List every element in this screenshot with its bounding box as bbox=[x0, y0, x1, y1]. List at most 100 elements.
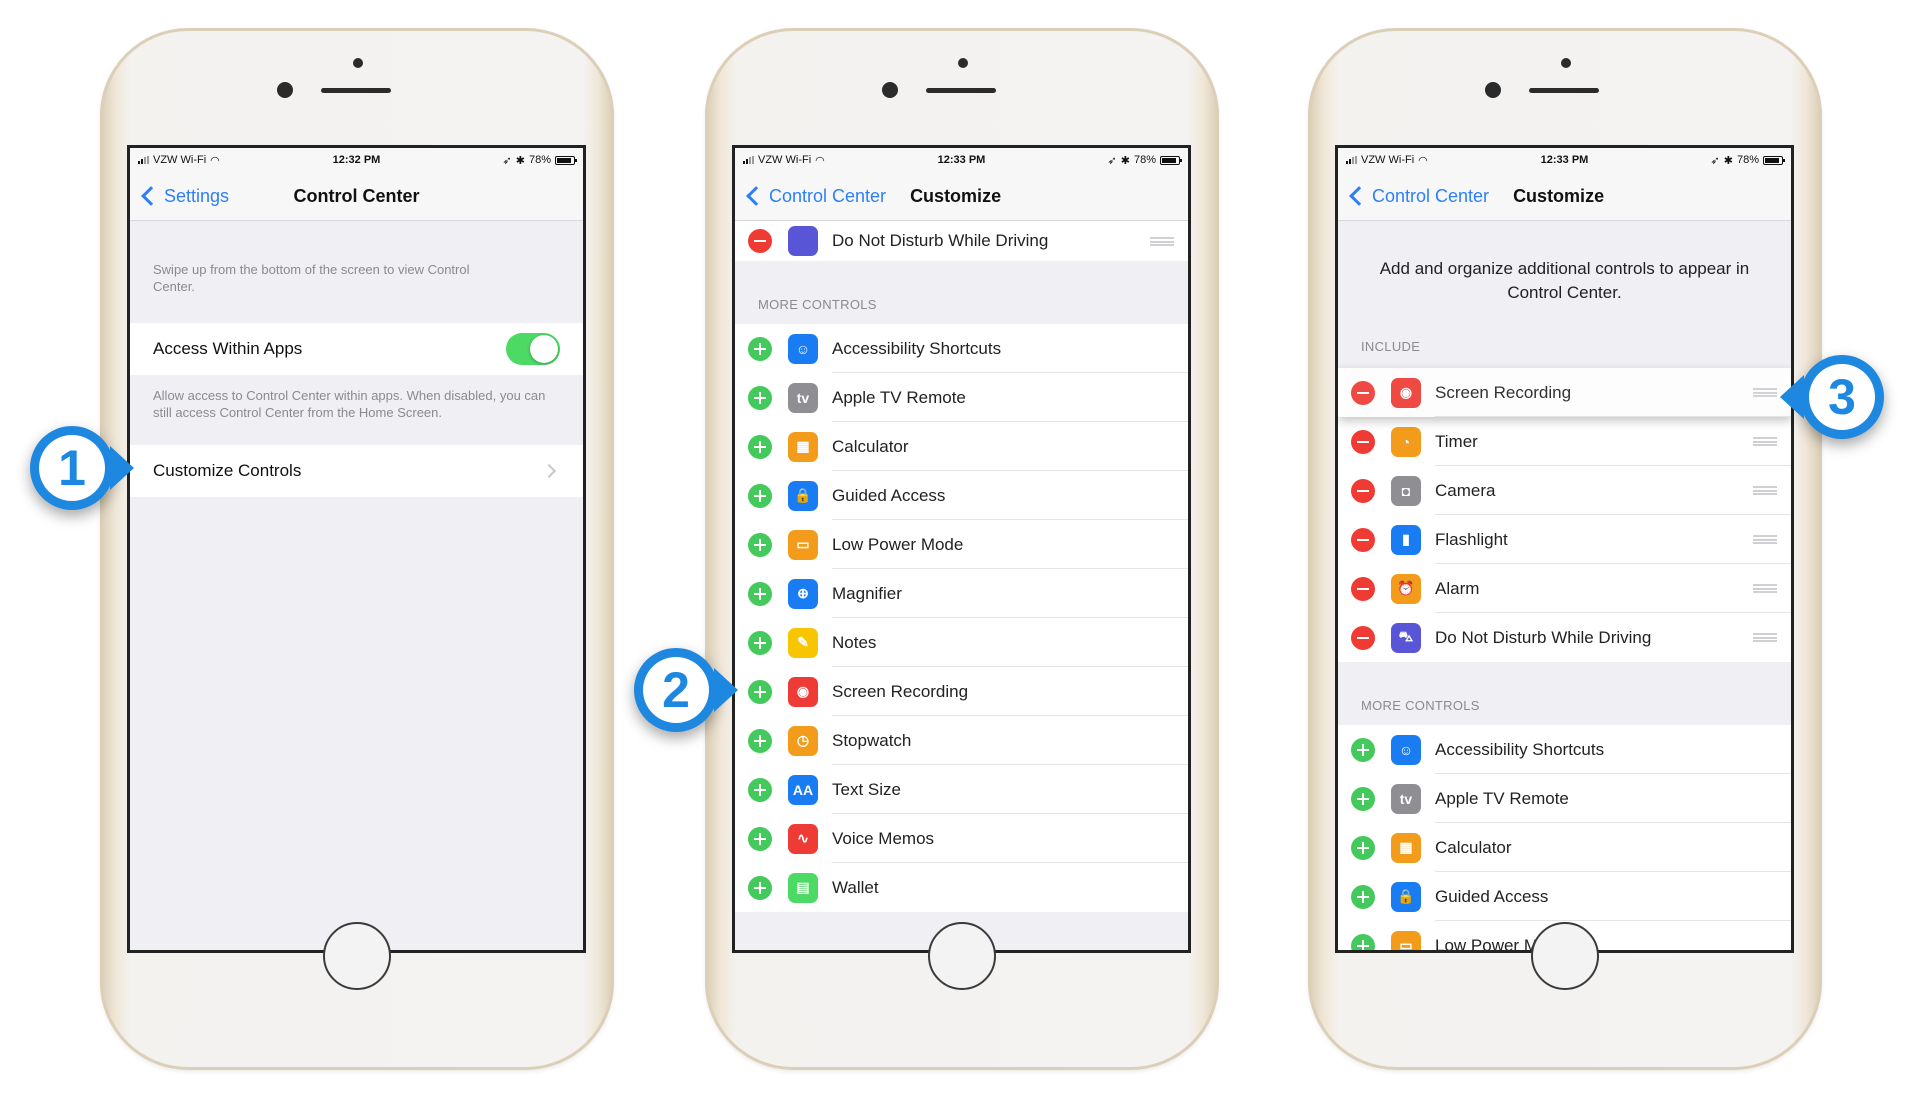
control-row: ⛍ Do Not Disturb While Driving bbox=[1338, 613, 1791, 662]
battery-icon bbox=[1762, 155, 1785, 165]
battery-icon bbox=[1159, 155, 1182, 165]
screen-control-center: VZW Wi-Fi ◠ 12:32 PM ➶ ✱ 78% Settings Contr… bbox=[127, 145, 586, 953]
home-button[interactable] bbox=[1531, 922, 1599, 990]
control-label: Flashlight bbox=[1435, 529, 1508, 549]
front-camera bbox=[277, 82, 293, 98]
screen-customize-after: VZW Wi-Fi ◠ 12:33 PM ➶ ✱ 78% Control Center… bbox=[1335, 145, 1794, 953]
earpiece-speaker bbox=[1529, 88, 1599, 93]
reorder-grip-icon[interactable] bbox=[1753, 633, 1777, 642]
control-label: Accessibility Shortcuts bbox=[832, 338, 1002, 358]
text-size-icon: AA bbox=[788, 774, 818, 805]
reorder-grip-icon[interactable] bbox=[1150, 236, 1174, 246]
earpiece-speaker bbox=[926, 88, 996, 93]
screen-recording-icon: ◉ bbox=[788, 676, 818, 707]
control-row: ▦ Calculator bbox=[1338, 823, 1791, 872]
remove-control-button[interactable] bbox=[1351, 576, 1375, 601]
add-control-button[interactable] bbox=[748, 336, 772, 361]
proximity-sensor bbox=[958, 58, 968, 68]
back-button[interactable]: Settings bbox=[140, 186, 229, 207]
control-row: ◷ Stopwatch bbox=[735, 716, 1188, 765]
remove-control-button[interactable] bbox=[1351, 625, 1375, 650]
control-row: tv Apple TV Remote bbox=[735, 373, 1188, 422]
access-within-apps-footnote: Allow access to Control Center within ap… bbox=[153, 388, 546, 420]
reorder-grip-icon[interactable] bbox=[1753, 437, 1777, 446]
status-bar: VZW Wi-Fi ◠ 12:33 PM ➶ ✱ 78% bbox=[1338, 148, 1791, 172]
lock-icon: 🔒 bbox=[1391, 881, 1421, 912]
reorder-grip-icon[interactable] bbox=[1753, 388, 1777, 397]
status-time: 12:33 PM bbox=[1540, 154, 1589, 166]
add-control-button[interactable] bbox=[748, 385, 772, 410]
back-button[interactable]: Control Center bbox=[745, 186, 886, 207]
navigation-bar: Control Center Customize bbox=[1338, 172, 1791, 221]
add-control-button[interactable] bbox=[1351, 884, 1375, 909]
notes-icon: ✎ bbox=[788, 627, 818, 658]
reorder-grip-icon[interactable] bbox=[1753, 535, 1777, 544]
toggle-knob bbox=[530, 335, 558, 363]
carrier-label: VZW Wi-Fi bbox=[153, 154, 207, 166]
location-icon: ➶ bbox=[502, 154, 512, 167]
back-button[interactable]: Control Center bbox=[1348, 186, 1489, 207]
control-label: Calculator bbox=[1435, 837, 1512, 857]
access-within-apps-toggle[interactable] bbox=[506, 333, 560, 365]
control-row: ☺ Accessibility Shortcuts bbox=[735, 324, 1188, 373]
phone-3: VZW Wi-Fi ◠ 12:33 PM ➶ ✱ 78% Control Center… bbox=[1308, 28, 1822, 1070]
bluetooth-icon: ✱ bbox=[1120, 154, 1130, 167]
control-label: Alarm bbox=[1435, 578, 1480, 598]
status-bar: VZW Wi-Fi ◠ 12:33 PM ➶ ✱ 78% bbox=[735, 148, 1188, 172]
battery-icon: ▭ bbox=[788, 529, 818, 560]
back-label: Control Center bbox=[769, 185, 887, 206]
more-controls-header: MORE CONTROLS bbox=[1361, 698, 1480, 713]
add-control-button[interactable] bbox=[748, 728, 772, 753]
add-control-button[interactable] bbox=[748, 581, 772, 606]
proximity-sensor bbox=[353, 58, 363, 68]
add-control-button[interactable] bbox=[748, 826, 772, 851]
add-control-button[interactable] bbox=[1351, 737, 1375, 762]
callout-pointer bbox=[714, 668, 738, 712]
home-button[interactable] bbox=[928, 922, 996, 990]
add-control-button[interactable] bbox=[748, 434, 772, 459]
add-control-button[interactable] bbox=[748, 483, 772, 508]
magnifier-icon: ⊕ bbox=[788, 578, 818, 609]
add-control-button[interactable] bbox=[748, 777, 772, 802]
reorder-grip-icon[interactable] bbox=[1753, 584, 1777, 593]
control-label: Screen Recording bbox=[1435, 382, 1572, 402]
more-controls-header: MORE CONTROLS bbox=[758, 297, 877, 312]
add-control-button[interactable] bbox=[748, 679, 772, 704]
callout-pointer bbox=[1780, 375, 1804, 419]
apple-tv-icon: tv bbox=[1391, 783, 1421, 814]
home-button[interactable] bbox=[323, 922, 391, 990]
signal-icon bbox=[743, 156, 754, 164]
control-label: Text Size bbox=[832, 779, 901, 799]
screen-customize: VZW Wi-Fi ◠ 12:33 PM ➶ ✱ 78% Control Center… bbox=[732, 145, 1191, 953]
step-number: 1 bbox=[39, 435, 105, 501]
add-control-button[interactable] bbox=[1351, 786, 1375, 811]
add-control-button[interactable] bbox=[1351, 835, 1375, 860]
reorder-grip-icon[interactable] bbox=[1753, 486, 1777, 495]
remove-control-button[interactable] bbox=[1351, 527, 1375, 552]
control-row: ☺ Accessibility Shortcuts bbox=[1338, 725, 1791, 774]
status-bar: VZW Wi-Fi ◠ 12:32 PM ➶ ✱ 78% bbox=[130, 148, 583, 172]
customize-controls-row[interactable]: Customize Controls bbox=[130, 445, 583, 497]
control-row: ▭ Low Power Mode bbox=[735, 520, 1188, 569]
control-label: Camera bbox=[1435, 480, 1496, 500]
wallet-icon: ▤ bbox=[788, 872, 818, 903]
voice-memos-icon: ∿ bbox=[788, 823, 818, 854]
remove-control-button[interactable] bbox=[1351, 478, 1375, 503]
alarm-icon: ⏰ bbox=[1391, 573, 1421, 604]
add-control-button[interactable] bbox=[1351, 933, 1375, 950]
remove-control-button[interactable] bbox=[1351, 429, 1375, 454]
wifi-icon: ◠ bbox=[815, 154, 825, 167]
bluetooth-icon: ✱ bbox=[515, 154, 525, 167]
remove-control-button[interactable] bbox=[1351, 380, 1375, 405]
control-row: ◔ Timer bbox=[1338, 417, 1791, 466]
add-control-button[interactable] bbox=[748, 630, 772, 655]
battery-percent: 78% bbox=[1736, 154, 1759, 166]
control-label: Apple TV Remote bbox=[832, 387, 966, 407]
add-control-button[interactable] bbox=[748, 875, 772, 900]
control-label: Stopwatch bbox=[832, 730, 912, 750]
included-controls-list: Do Not Disturb While Driving bbox=[735, 221, 1188, 261]
flashlight-icon: ▮ bbox=[1391, 524, 1421, 555]
control-row: ▤ Wallet bbox=[735, 863, 1188, 912]
add-control-button[interactable] bbox=[748, 532, 772, 557]
remove-control-button[interactable] bbox=[748, 229, 772, 253]
